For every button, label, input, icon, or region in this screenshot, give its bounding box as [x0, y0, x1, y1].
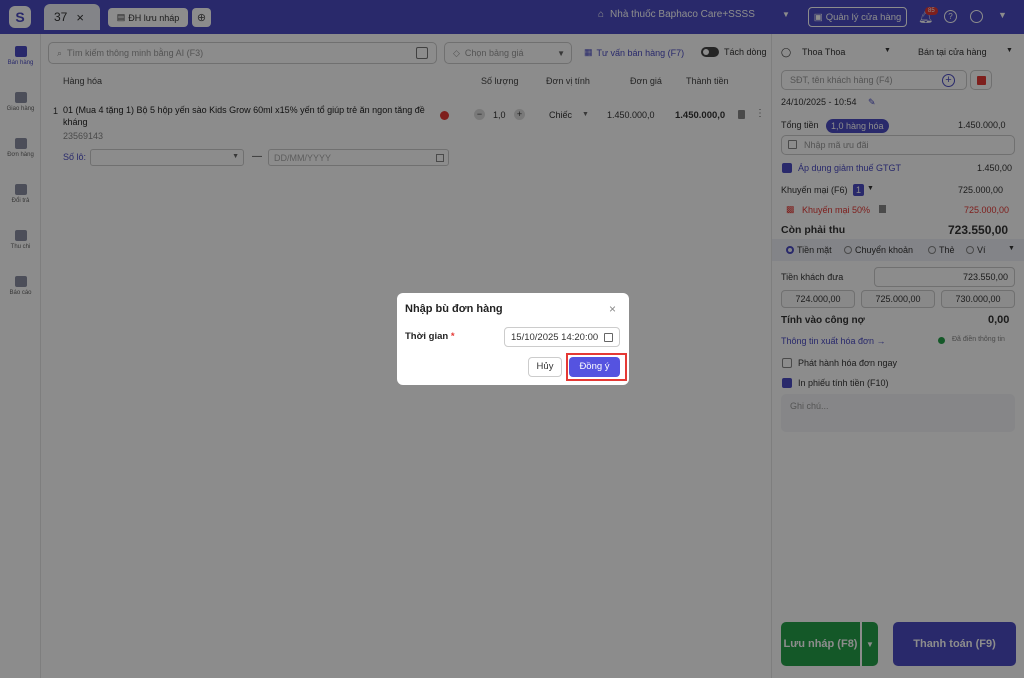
confirm-button[interactable]: Đồng ý [569, 357, 620, 377]
backfill-order-dialog: Nhập bù đơn hàng × Thời gian * 15/10/202… [397, 293, 629, 385]
datetime-input[interactable]: 15/10/2025 14:20:00 [504, 327, 620, 347]
time-label-text: Thời gian [405, 331, 449, 342]
calendar-icon [604, 333, 613, 342]
dialog-title: Nhập bù đơn hàng [405, 303, 503, 315]
cancel-button[interactable]: Hủy [528, 357, 562, 377]
time-label: Thời gian * [405, 331, 455, 342]
close-icon[interactable]: × [609, 302, 616, 316]
datetime-value: 15/10/2025 14:20:00 [511, 332, 599, 343]
required-mark: * [450, 331, 455, 342]
